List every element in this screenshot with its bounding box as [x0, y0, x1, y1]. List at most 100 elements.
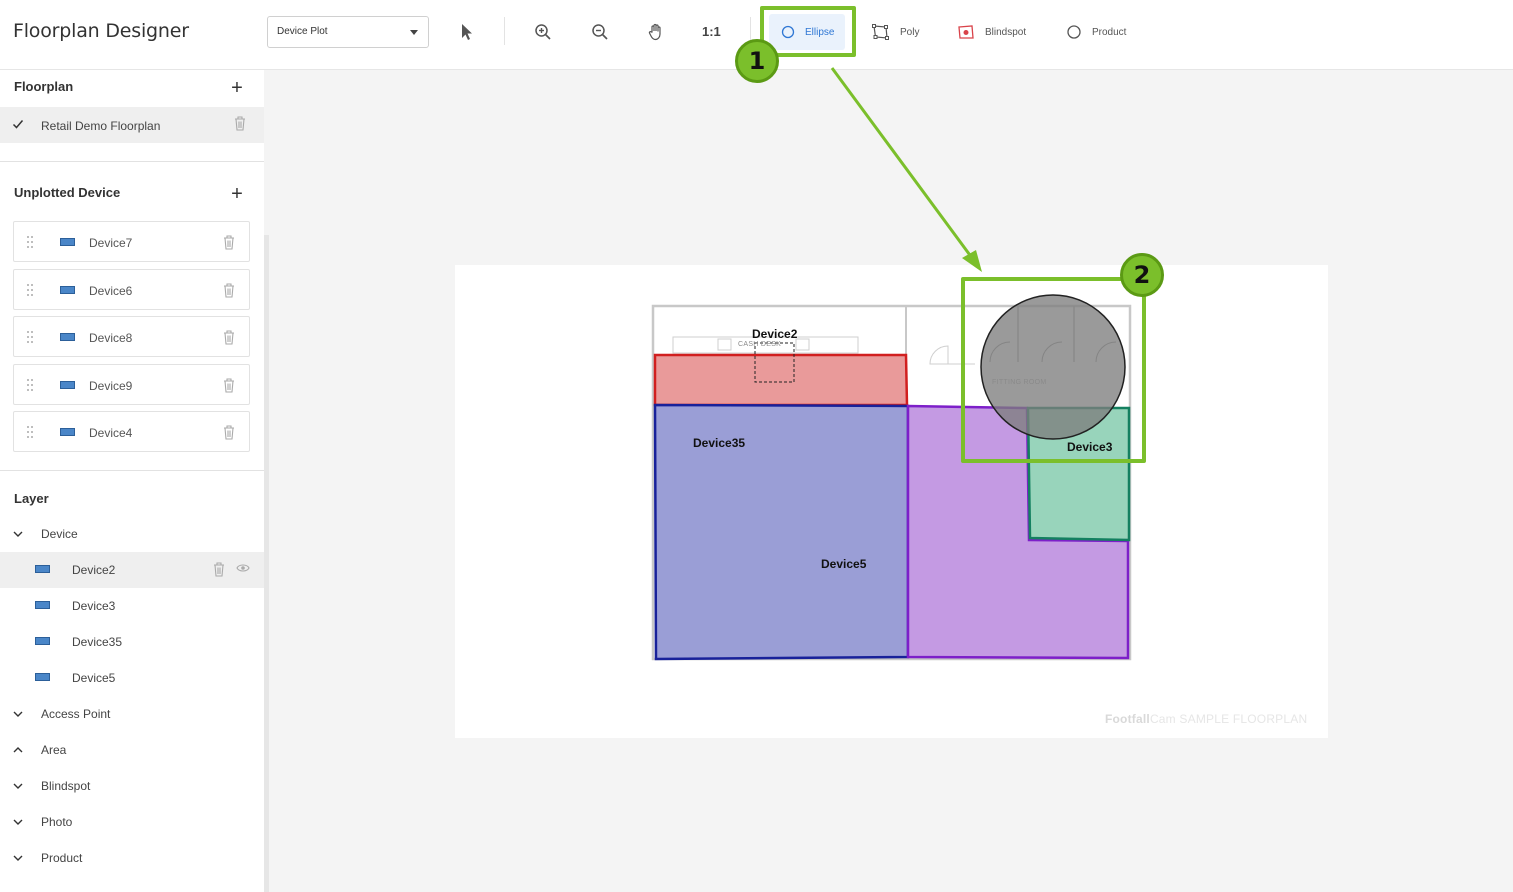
unplotted-device-card[interactable]: Device8: [13, 316, 250, 357]
unplotted-device-label: Device9: [89, 378, 133, 393]
layer-device-item[interactable]: Device2: [0, 552, 264, 588]
section-divider: [0, 161, 264, 162]
device5-label: Device5: [821, 557, 867, 571]
chevron-down-icon: [13, 531, 23, 537]
blindspot-tool-button[interactable]: Blindspot: [957, 14, 1026, 50]
unplotted-device-card[interactable]: Device7: [13, 221, 250, 262]
mode-select-value: Device Plot: [277, 26, 328, 37]
polygon-icon: [872, 24, 889, 40]
layer-group-device[interactable]: Device: [0, 516, 264, 552]
chevron-down-icon: [13, 783, 23, 789]
trash-icon[interactable]: [233, 115, 247, 131]
unplotted-device-card[interactable]: Device4: [13, 411, 250, 452]
watermark-text: SAMPLE FLOORPLAN: [1179, 712, 1308, 726]
layer-group-item[interactable]: Access Point: [0, 696, 264, 732]
blindspot-tool-label: Blindspot: [985, 26, 1027, 38]
device35-label: Device35: [693, 436, 746, 450]
layer-device-label: Device2: [72, 563, 116, 577]
drag-handle-icon[interactable]: [26, 330, 34, 344]
floorplan-item[interactable]: Retail Demo Floorplan: [0, 107, 264, 143]
layer-group-label: Device: [41, 527, 78, 541]
layer-section-title: Layer: [14, 491, 49, 506]
device-icon: [60, 428, 75, 436]
chevron-down-icon: [13, 711, 23, 717]
device3-label: Device3: [1067, 440, 1113, 454]
ellipse-tool-button[interactable]: Ellipse: [769, 14, 845, 50]
eye-icon[interactable]: [236, 563, 250, 573]
device-icon: [60, 285, 75, 294]
layer-group-item[interactable]: Product: [0, 840, 264, 876]
layer-group-item[interactable]: Area: [0, 732, 264, 768]
trash-icon[interactable]: [222, 424, 236, 440]
ellipse-icon: [781, 25, 795, 39]
watermark: FootfallCam SAMPLE FLOORPLAN: [1105, 712, 1307, 726]
floorplan-section-title: Floorplan: [14, 79, 74, 94]
device-icon: [35, 673, 50, 681]
add-floorplan-button[interactable]: +: [230, 78, 244, 98]
trash-icon[interactable]: [222, 329, 236, 345]
layer-device-label: Device3: [72, 599, 116, 613]
poly-tool-label: Poly: [900, 26, 920, 38]
sidebar-scrollbar[interactable]: [264, 235, 269, 892]
layer-group-item[interactable]: Blindspot: [0, 768, 264, 804]
layer-group-label: Photo: [41, 815, 73, 829]
fitting-room-text: FITTING ROOM: [992, 379, 1047, 386]
drag-handle-icon[interactable]: [26, 283, 34, 297]
layer-device-item[interactable]: Device5: [0, 660, 264, 696]
device-icon: [60, 238, 75, 246]
product-tool-button[interactable]: Product: [1066, 14, 1126, 50]
zoom-out-icon[interactable]: [588, 20, 612, 44]
add-device-button[interactable]: +: [230, 184, 244, 204]
floorplan-item-label: Retail Demo Floorplan: [41, 119, 161, 133]
chevron-up-icon: [13, 747, 23, 753]
product-tool-label: Product: [1092, 26, 1127, 38]
toolbar-divider: [504, 17, 505, 45]
layer-device-item[interactable]: Device35: [0, 624, 264, 660]
pan-hand-icon[interactable]: [644, 20, 668, 44]
actual-size-button[interactable]: 1:1: [702, 24, 721, 39]
unplotted-section-title: Unplotted Device: [14, 185, 121, 200]
app-title: Floorplan Designer: [13, 20, 189, 42]
unplotted-device-card[interactable]: Device6: [13, 268, 250, 310]
trash-icon[interactable]: [222, 282, 236, 298]
watermark-brand-b: Cam: [1149, 712, 1176, 726]
mode-select[interactable]: Device Plot: [267, 16, 429, 48]
blindspot-icon: [958, 25, 974, 39]
unplotted-device-label: Device4: [89, 426, 133, 440]
chevron-down-icon: [13, 819, 23, 825]
drag-handle-icon[interactable]: [26, 235, 34, 249]
layer-device-item[interactable]: Device3: [0, 588, 264, 624]
layer-group-label: Product: [41, 851, 83, 865]
unplotted-device-card[interactable]: Device9: [13, 363, 250, 405]
device2-label: Device2: [752, 327, 798, 341]
section-divider: [0, 470, 264, 471]
unplotted-device-label: Device7: [89, 236, 133, 250]
poly-tool-button[interactable]: Poly: [872, 14, 919, 50]
check-icon: [12, 120, 24, 129]
layer-group-label: Blindspot: [41, 779, 91, 793]
unplotted-device-label: Device6: [89, 283, 133, 298]
device-icon: [35, 601, 50, 609]
watermark-brand-a: Footfall: [1105, 712, 1150, 726]
left-sidebar: Floorplan + Retail Demo Floorplan Unplot…: [0, 70, 264, 892]
drag-handle-icon[interactable]: [26, 425, 34, 439]
device-icon: [35, 565, 50, 573]
trash-icon[interactable]: [222, 234, 236, 250]
select-pointer-icon[interactable]: [455, 20, 479, 44]
layer-device-label: Device35: [72, 635, 123, 649]
device-icon: [60, 333, 75, 341]
drag-handle-icon[interactable]: [26, 378, 34, 392]
product-icon: [1067, 25, 1081, 39]
device-icon: [35, 637, 50, 645]
layer-group-label: Access Point: [41, 707, 111, 721]
cash-desk-text: CASH DESK: [738, 341, 782, 348]
chevron-down-icon: [410, 30, 418, 35]
trash-icon[interactable]: [222, 377, 236, 393]
ellipse-tool-label: Ellipse: [805, 26, 835, 38]
floorplan-sheet: [455, 265, 1328, 738]
annotation-badge-2: 2: [1120, 253, 1164, 297]
zoom-in-icon[interactable]: [531, 20, 555, 44]
trash-icon[interactable]: [212, 561, 226, 577]
layer-group-item[interactable]: Photo: [0, 804, 264, 840]
device-icon: [60, 380, 75, 389]
